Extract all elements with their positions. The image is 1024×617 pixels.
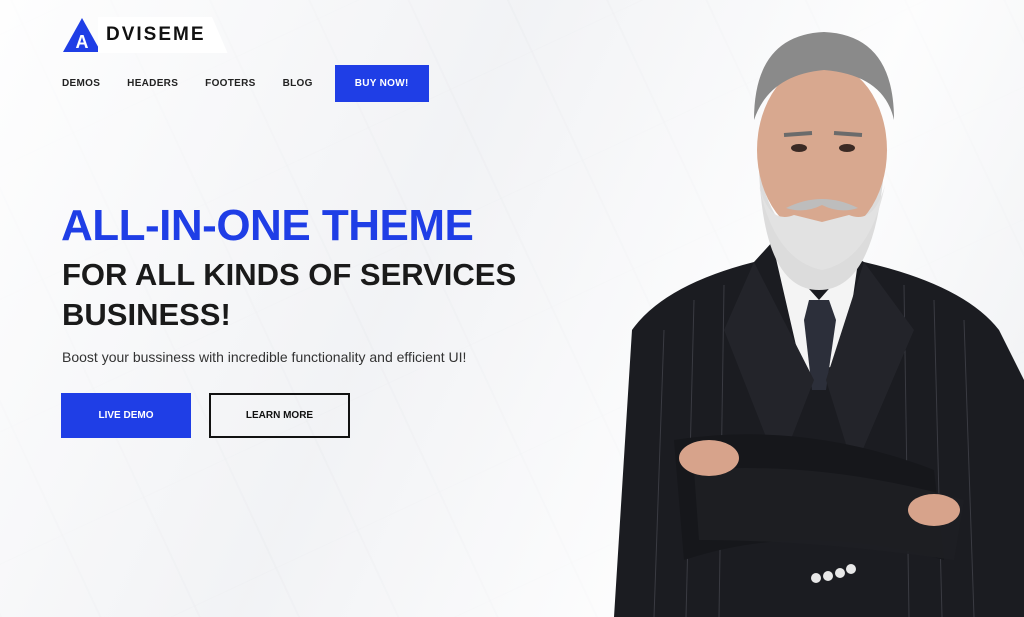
nav-item-footers[interactable]: FOOTERS bbox=[205, 78, 255, 89]
hero-subtitle-line2: BUSINESS! bbox=[62, 297, 231, 332]
hero-subtitle-line1: FOR ALL KINDS OF SERVICES bbox=[62, 257, 517, 292]
hero-title: ALL-IN-ONE THEME bbox=[61, 201, 474, 250]
buy-now-button[interactable]: BUY NOW! bbox=[334, 64, 429, 102]
logo-wordmark-box: DVISEME bbox=[98, 17, 228, 53]
nav-item-demos[interactable]: DEMOS bbox=[62, 78, 100, 89]
nav-item-headers[interactable]: HEADERS bbox=[127, 78, 178, 89]
nav-item-blog[interactable]: BLOG bbox=[283, 78, 313, 89]
hero-description: Boost your bussiness with incredible fun… bbox=[62, 349, 467, 365]
logo[interactable]: A DVISEME bbox=[62, 17, 228, 53]
hero-subtitle: FOR ALL KINDS OF SERVICES BUSINESS! bbox=[62, 255, 582, 335]
businessman-portrait-image bbox=[614, 32, 1024, 617]
live-demo-button[interactable]: LIVE DEMO bbox=[61, 393, 191, 438]
svg-text:A: A bbox=[76, 32, 89, 52]
logo-triangle-icon: A bbox=[63, 18, 101, 52]
main-nav: DEMOS HEADERS FOOTERS BLOG BUY NOW! bbox=[62, 64, 429, 102]
logo-text: DVISEME bbox=[106, 24, 206, 45]
learn-more-button[interactable]: LEARN MORE bbox=[209, 393, 350, 438]
